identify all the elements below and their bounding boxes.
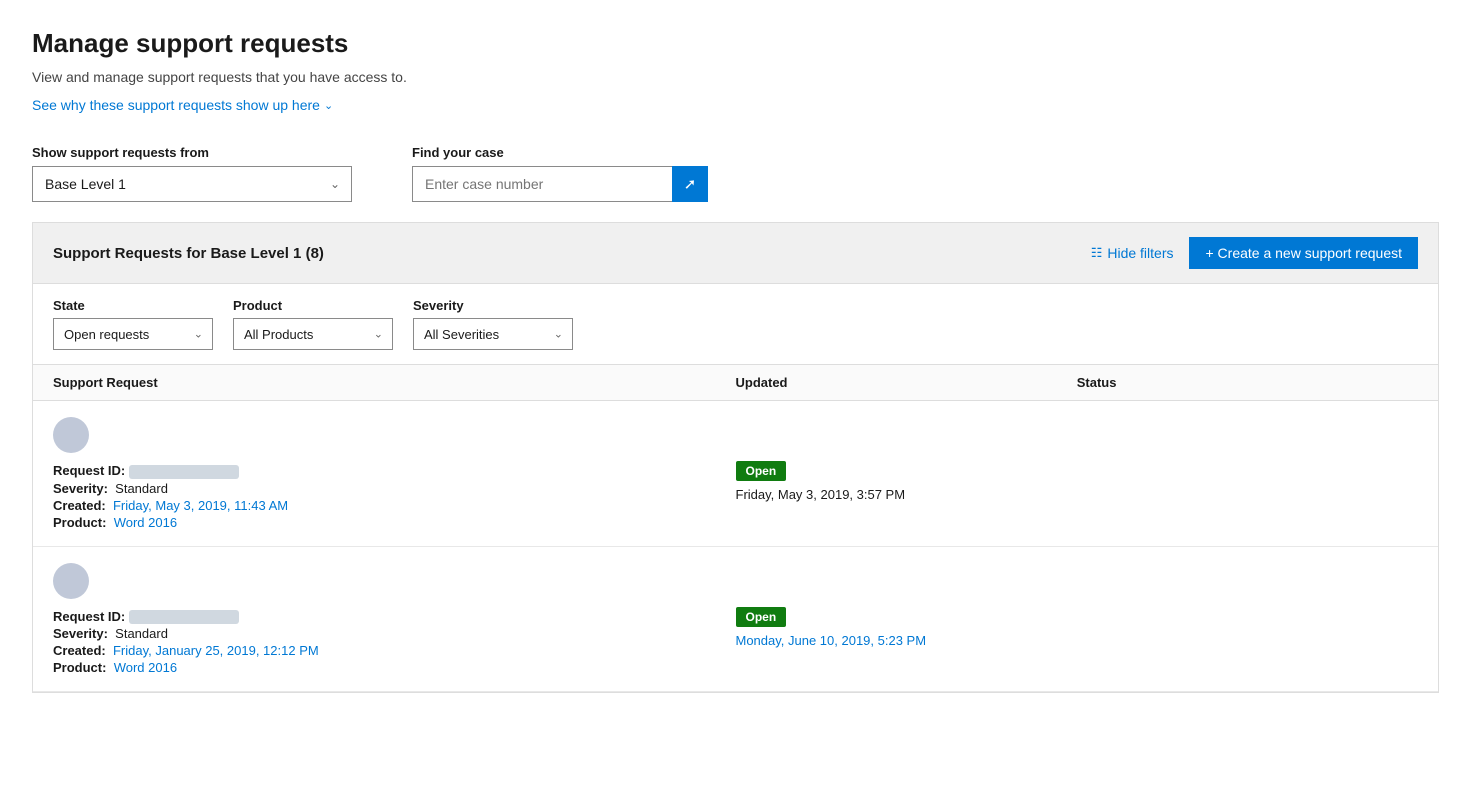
show-from-group: Show support requests from Base Level 1A… <box>32 145 352 202</box>
request-info-col: Request ID: Severity: Standard Created: … <box>53 563 736 676</box>
page-container: Manage support requests View and manage … <box>0 0 1471 721</box>
state-filter-label: State <box>53 298 213 313</box>
find-case-label: Find your case <box>412 145 708 160</box>
column-headers: Support Request Updated Status <box>33 365 1438 401</box>
col-header-updated: Updated <box>736 375 1077 390</box>
product-filter-dropdown[interactable]: All ProductsWord 2016Excel 2016 <box>233 318 393 350</box>
severity-filter-dropdown[interactable]: All SeveritiesMinimalModerateImportantCr… <box>413 318 573 350</box>
table-header-actions: ☷ Hide filters + Create a new support re… <box>1091 237 1418 269</box>
status-col <box>1077 563 1418 607</box>
show-from-label: Show support requests from <box>32 145 352 160</box>
page-title: Manage support requests <box>32 28 1439 59</box>
show-from-dropdown[interactable]: Base Level 1All subscriptions <box>32 166 352 202</box>
avatar <box>53 563 89 599</box>
created-field: Created: Friday, May 3, 2019, 11:43 AM <box>53 498 736 513</box>
controls-row: Show support requests from Base Level 1A… <box>32 145 1439 202</box>
find-case-button[interactable]: ➚ <box>672 166 708 202</box>
hide-filters-button[interactable]: ☷ Hide filters <box>1091 245 1174 261</box>
filter-icon: ☷ <box>1091 245 1103 261</box>
table-header-bar: Support Requests for Base Level 1 (8) ☷ … <box>33 223 1438 284</box>
product-field: Product: Word 2016 <box>53 515 736 530</box>
page-subtitle: View and manage support requests that yo… <box>32 69 1439 85</box>
chevron-down-icon: ⌄ <box>324 99 333 112</box>
show-from-dropdown-wrapper: Base Level 1All subscriptions ⌄ <box>32 166 352 202</box>
create-support-request-button[interactable]: + Create a new support request <box>1189 237 1418 269</box>
updated-col: Open Friday, May 3, 2019, 3:57 PM <box>736 417 1077 502</box>
severity-field: Severity: Standard <box>53 626 736 641</box>
status-col <box>1077 417 1418 461</box>
severity-filter-group: Severity All SeveritiesMinimalModerateIm… <box>413 298 573 350</box>
severity-dropdown-wrapper: All SeveritiesMinimalModerateImportantCr… <box>413 318 573 350</box>
table-title: Support Requests for Base Level 1 (8) <box>53 245 324 262</box>
state-filter-dropdown[interactable]: Open requestsAll requestsClosed requests <box>53 318 213 350</box>
status-badge: Open <box>736 607 787 627</box>
find-case-group: Find your case ➚ <box>412 145 708 202</box>
product-filter-group: Product All ProductsWord 2016Excel 2016 … <box>233 298 393 350</box>
col-header-status: Status <box>1077 375 1418 390</box>
external-link-icon: ➚ <box>684 175 697 193</box>
table-container: Support Requests for Base Level 1 (8) ☷ … <box>32 222 1439 693</box>
severity-field: Severity: Standard <box>53 481 736 496</box>
product-field: Product: Word 2016 <box>53 660 736 675</box>
severity-filter-label: Severity <box>413 298 573 313</box>
created-field: Created: Friday, January 25, 2019, 12:12… <box>53 643 736 658</box>
case-number-input[interactable] <box>412 166 672 202</box>
state-dropdown-wrapper: Open requestsAll requestsClosed requests… <box>53 318 213 350</box>
col-header-request: Support Request <box>53 375 736 390</box>
table-row[interactable]: Request ID: Severity: Standard Created: … <box>33 547 1438 693</box>
product-dropdown-wrapper: All ProductsWord 2016Excel 2016 ⌄ <box>233 318 393 350</box>
request-id-field: Request ID: <box>53 463 736 479</box>
updated-date: Monday, June 10, 2019, 5:23 PM <box>736 633 1077 648</box>
request-id-field: Request ID: <box>53 609 736 625</box>
request-info-col: Request ID: Severity: Standard Created: … <box>53 417 736 530</box>
table-row[interactable]: Request ID: Severity: Standard Created: … <box>33 401 1438 547</box>
find-case-input-row: ➚ <box>412 166 708 202</box>
avatar <box>53 417 89 453</box>
status-badge: Open <box>736 461 787 481</box>
product-filter-label: Product <box>233 298 393 313</box>
see-why-link[interactable]: See why these support requests show up h… <box>32 97 333 113</box>
updated-date: Friday, May 3, 2019, 3:57 PM <box>736 487 1077 502</box>
state-filter-group: State Open requestsAll requestsClosed re… <box>53 298 213 350</box>
updated-col: Open Monday, June 10, 2019, 5:23 PM <box>736 563 1077 648</box>
filters-row: State Open requestsAll requestsClosed re… <box>33 284 1438 365</box>
